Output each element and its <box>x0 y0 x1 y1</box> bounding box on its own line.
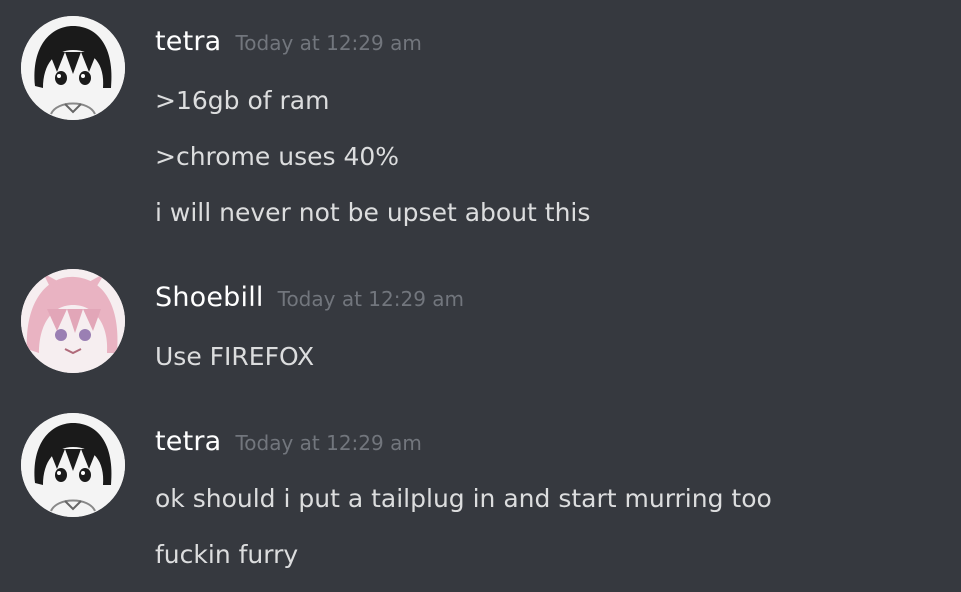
user-avatar[interactable] <box>21 16 125 120</box>
username[interactable]: Shoebill <box>155 282 264 313</box>
timestamp: Today at 12:29 am <box>235 431 422 455</box>
message-text: Use FIREFOX <box>155 342 315 371</box>
username[interactable]: tetra <box>155 26 221 57</box>
message-text: ok should i put a tailplug in and start … <box>155 484 772 513</box>
message-text: >16gb of ram <box>155 86 330 115</box>
message-text: >chrome uses 40% <box>155 142 400 171</box>
username[interactable]: tetra <box>155 426 221 457</box>
message-header: tetra Today at 12:29 am <box>155 26 422 57</box>
user-avatar[interactable] <box>21 413 125 517</box>
message-header: tetra Today at 12:29 am <box>155 426 422 457</box>
message-text: i will never not be upset about this <box>155 198 591 227</box>
message-header: Shoebill Today at 12:29 am <box>155 282 464 313</box>
message-text: fuckin furry <box>155 540 299 569</box>
dark-haired-anime-girl-avatar-icon <box>21 413 125 517</box>
pink-haired-anime-girl-avatar-icon <box>21 269 125 373</box>
timestamp: Today at 12:29 am <box>277 287 465 311</box>
timestamp: Today at 12:29 am <box>235 31 422 55</box>
user-avatar[interactable] <box>21 269 125 373</box>
dark-haired-anime-girl-avatar-icon <box>21 16 125 120</box>
